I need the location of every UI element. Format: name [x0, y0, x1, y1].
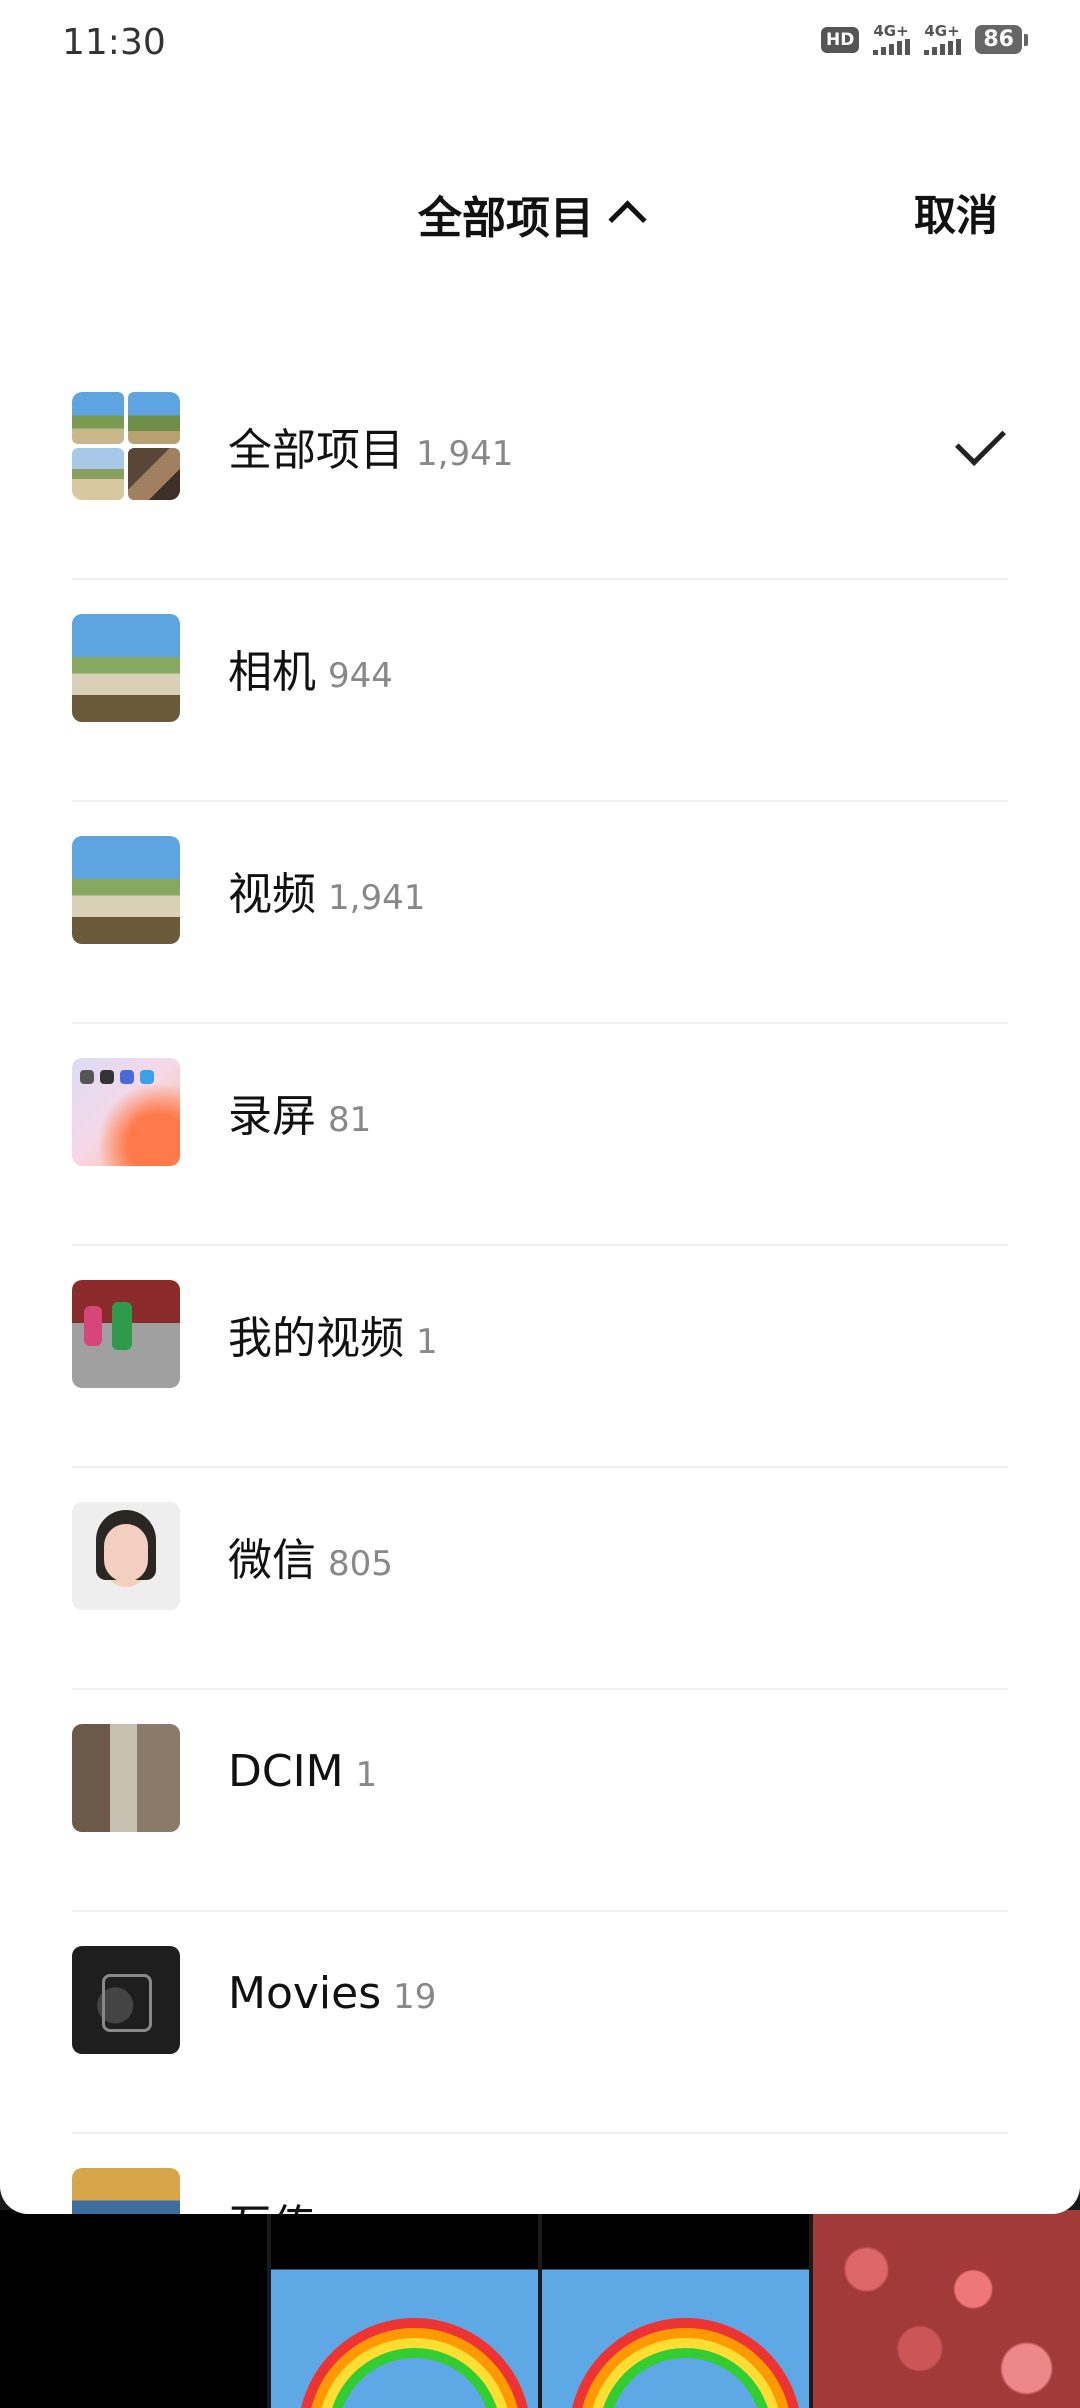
album-thumbnail	[72, 1280, 180, 1388]
album-count: 19	[393, 1977, 437, 2017]
album-count: 944	[328, 656, 393, 696]
album-name: Movies	[228, 1968, 382, 2019]
chevron-up-icon	[608, 199, 647, 239]
album-thumbnail	[72, 1946, 180, 2054]
album-name: 互传	[228, 2201, 316, 2214]
network-type-label: 4G+	[873, 22, 909, 40]
album-count: 81	[328, 1100, 372, 1140]
background-photo-grid	[0, 2210, 1080, 2408]
cancel-button[interactable]: 取消	[914, 182, 998, 243]
album-thumbnail	[72, 1058, 180, 1166]
album-name: 我的视频	[228, 1313, 404, 1364]
status-icons: HD 4G+ 4G+ 86	[821, 22, 1028, 55]
album-name: 相机	[228, 647, 316, 698]
album-item-camera[interactable]: 相机 944	[0, 580, 1080, 802]
album-thumbnail	[72, 1724, 180, 1832]
signal-icon: 4G+	[924, 22, 962, 55]
album-count: 1	[355, 1755, 378, 1795]
status-bar: 11:30 HD 4G+ 4G+ 86	[0, 0, 1080, 90]
album-name: 录屏	[228, 1091, 316, 1142]
signal-icon: 4G+	[873, 22, 911, 55]
album-item-all[interactable]: 全部项目 1,941	[0, 358, 1080, 580]
album-item-dcim[interactable]: DCIM 1	[0, 1690, 1080, 1912]
battery-icon: 86	[975, 25, 1028, 54]
album-item-wechat[interactable]: 微信 805	[0, 1468, 1080, 1690]
album-count: 805	[328, 1544, 393, 1584]
album-thumbnail	[72, 392, 180, 500]
background-photo-thumb	[0, 2210, 267, 2408]
album-dropdown-toggle[interactable]: 全部项目	[418, 182, 647, 246]
album-item-transfer[interactable]: 互传	[0, 2134, 1080, 2214]
hd-voice-icon: HD	[821, 26, 860, 53]
album-count: 1	[416, 1322, 438, 1362]
album-list: 全部项目 1,941 相机 944 视频 1,941 录屏 81 我的视频 1 …	[0, 358, 1080, 2214]
album-item-videos[interactable]: 视频 1,941	[0, 802, 1080, 1024]
picker-header: 全部项目 取消	[0, 170, 1080, 250]
album-name: 视频	[228, 869, 316, 920]
album-thumbnail	[72, 2168, 180, 2214]
album-thumbnail	[72, 614, 180, 722]
background-photo-thumb	[271, 2210, 538, 2408]
check-icon	[955, 415, 1006, 466]
album-count: 1,941	[416, 434, 514, 474]
album-item-movies[interactable]: Movies 19	[0, 1912, 1080, 2134]
album-count: 1,941	[328, 878, 426, 918]
album-thumbnail	[72, 836, 180, 944]
album-name: DCIM	[228, 1746, 344, 1797]
album-item-screen-recordings[interactable]: 录屏 81	[0, 1024, 1080, 1246]
background-photo-thumb	[542, 2210, 809, 2408]
album-name: 全部项目	[228, 425, 404, 476]
album-thumbnail	[72, 1502, 180, 1610]
page-title: 全部项目	[418, 193, 594, 244]
album-item-my-videos[interactable]: 我的视频 1	[0, 1246, 1080, 1468]
album-name: 微信	[228, 1535, 316, 1586]
background-photo-thumb	[813, 2210, 1080, 2408]
status-time: 11:30	[62, 22, 166, 63]
network-type-label: 4G+	[924, 22, 960, 40]
album-picker-sheet: 11:30 HD 4G+ 4G+ 86 全部项目 取消 全部项目 1,941 相…	[0, 0, 1080, 2214]
